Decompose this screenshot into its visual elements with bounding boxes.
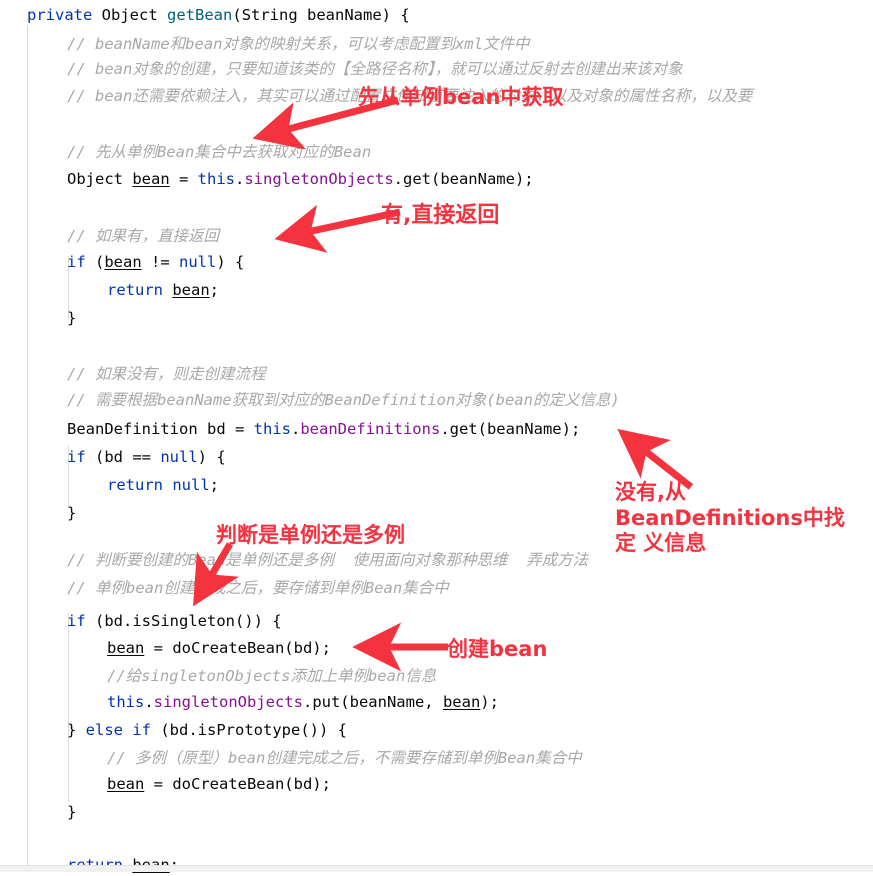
code-line-return-null: return null; (107, 476, 220, 494)
code-line-close-else-if: } (67, 803, 77, 821)
code-comment-mapping: // beanName和bean对象的映射关系，可以考虑配置到xml文件中 (67, 35, 530, 53)
token-var-bean: bean (104, 253, 142, 271)
token-keyword-null: null (179, 253, 217, 271)
code-line-if-bean-not-null: if (bean != null) { (67, 253, 245, 271)
token-keyword-private: private (27, 6, 93, 24)
code-line-put-singleton: this.singletonObjects.put(beanName, bean… (107, 693, 499, 711)
annotation-label-get-from-singleton: 先从单例bean中获取 (358, 85, 564, 109)
code-line-return-bean: return bean; (107, 281, 220, 299)
code-comment-prototype-no-store: // 多例（原型）bean创建完成之后，不需要存储到单例Bean集合中 (107, 749, 582, 767)
page-bottom-edge (0, 865, 873, 872)
code-line-signature: private Object getBean(String beanName) … (27, 6, 410, 24)
code-line-close-if-bd: } (67, 504, 77, 522)
annotation-label-return-directly: 有,直接返回 (381, 203, 500, 228)
annotation-label-judge-scope: 判断是单例还是多例 (216, 523, 405, 547)
code-line-docreatebean-singleton: bean = doCreateBean(bd); (107, 639, 331, 657)
code-line-else-if-prototype: } else if (bd.isPrototype()) { (67, 721, 347, 739)
token-field-beandefinitions: beanDefinitions (300, 420, 441, 438)
annotation-label-create-bean: 创建bean (447, 637, 548, 661)
token-method-getbean: getBean (167, 6, 233, 24)
code-line-if-bd-null: if (bd == null) { (67, 448, 226, 466)
code-editor-surface: private Object getBean(String beanName) … (0, 0, 873, 874)
token-type-object: Object (101, 6, 158, 24)
code-comment-store-singleton: // 单例bean创建完成之后，要存储到单例Bean集合中 (67, 579, 449, 597)
token-type-string: String (241, 6, 298, 24)
indent-guide-level-1 (27, 25, 28, 868)
token-field-singletonobjects: singletonObjects (153, 693, 303, 711)
code-comment-get-beandefinition: // 需要根据beanName获取到对应的BeanDefinition对象(be… (67, 391, 620, 409)
code-comment-creation: // bean对象的创建，只要知道该类的【全路径名称】，就可以通过反射去创建出来… (67, 60, 683, 78)
code-line-get-singleton: Object bean = this.singletonObjects.get(… (67, 170, 534, 188)
code-comment-put-singleton: //给singletonObjects添加上单例bean信息 (107, 667, 437, 685)
annotation-arrow-5 (352, 622, 448, 672)
token-var-bean: bean (107, 775, 145, 793)
token-keyword-this: this (197, 170, 235, 188)
code-line-docreatebean-prototype: bean = doCreateBean(bd); (107, 775, 331, 793)
code-line-get-beandefinition: BeanDefinition bd = this.beanDefinitions… (67, 420, 581, 438)
annotation-label-find-beandefinition: 没有,从 BeanDefinitions中找定 义信息 (615, 480, 845, 556)
code-line-close-if-bean: } (67, 309, 77, 327)
token-var-bean: bean (132, 170, 170, 188)
code-comment-else-create-flow: // 如果没有，则走创建流程 (67, 365, 266, 383)
token-var-bean: bean (107, 639, 145, 657)
token-field-singletonobjects: singletonObjects (244, 170, 394, 188)
code-comment-judge-scope: // 判断要创建的Bean是单例还是多例 使用面向对象那种思维 弄成方法 (67, 551, 589, 569)
token-var-bean: bean (442, 693, 481, 711)
token-var-bean: bean (172, 281, 210, 299)
code-comment-if-exists-return: // 如果有，直接返回 (67, 227, 219, 245)
token-keyword-else: else (85, 721, 123, 739)
annotation-arrow-4 (193, 542, 240, 607)
